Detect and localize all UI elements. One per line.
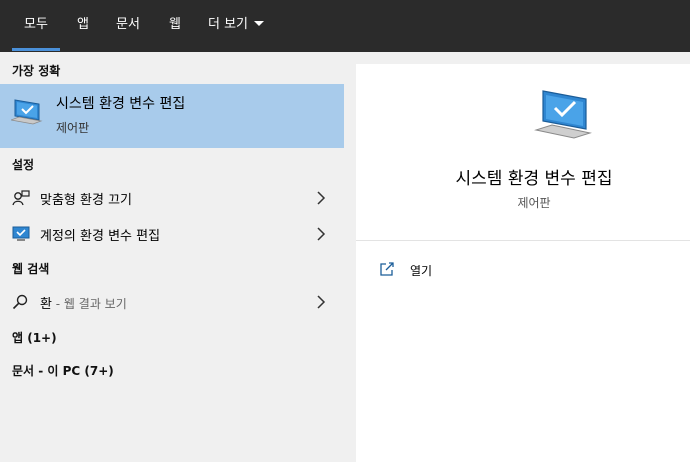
chevron-right-icon[interactable] [316,191,326,205]
web-search-label: 환 - 웹 결과 보기 [40,293,127,312]
settings-item-account-env-vars[interactable]: 계정의 환경 변수 편집 [0,217,344,251]
preview-pane: 시스템 환경 변수 편집 제어판 열기 [356,64,690,462]
best-match-subtitle: 제어판 [56,121,90,135]
settings-item-label: 계정의 환경 변수 편집 [40,229,161,244]
settings-item-label: 맞춤형 환경 끄기 [40,193,132,208]
person-feedback-icon [12,190,30,206]
preview-title: 시스템 환경 변수 편집 [455,169,613,189]
results-pane: 가장 정확 시스템 환경 변수 편집 제어판 설정 맞춤형 환경 끄기 계정의 … [0,52,344,462]
best-match-result[interactable]: 시스템 환경 변수 편집 제어판 [0,84,344,148]
tab-apps[interactable]: 앱 [77,0,89,52]
monitor-icon [12,226,30,241]
chevron-right-icon[interactable] [316,295,326,309]
search-scope-tabs: 모두 앱 문서 웹 더 보기 [0,0,690,52]
tab-documents[interactable]: 문서 [116,0,140,52]
divider [356,240,690,241]
tab-all[interactable]: 모두 [12,0,60,52]
best-match-title: 시스템 환경 변수 편집 [56,96,186,112]
open-action[interactable]: 열기 [376,260,576,282]
settings-item-customized-experience[interactable]: 맞춤형 환경 끄기 [0,181,344,215]
monitor-check-icon [534,90,592,139]
tab-more-label: 더 보기 [208,17,249,32]
chevron-right-icon[interactable] [316,227,326,241]
chevron-down-icon [254,21,265,26]
monitor-check-icon [11,99,43,125]
search-icon [12,294,28,310]
web-search-result[interactable]: 환 - 웹 결과 보기 [0,285,344,319]
section-documents[interactable]: 문서 - 이 PC (7+) [12,362,114,379]
section-apps[interactable]: 앱 (1+) [12,329,57,346]
web-search-query: 환 [40,297,52,312]
web-search-suffix: - 웹 결과 보기 [51,297,127,311]
preview-subtitle: 제어판 [517,196,551,210]
tab-more-dropdown[interactable]: 더 보기 [208,0,265,52]
section-web-search: 웹 검색 [12,262,50,276]
open-action-label: 열기 [410,264,433,278]
open-external-icon [380,262,394,276]
tab-web[interactable]: 웹 [169,0,181,52]
section-settings: 설정 [12,158,35,172]
section-best-match: 가장 정확 [12,64,61,78]
